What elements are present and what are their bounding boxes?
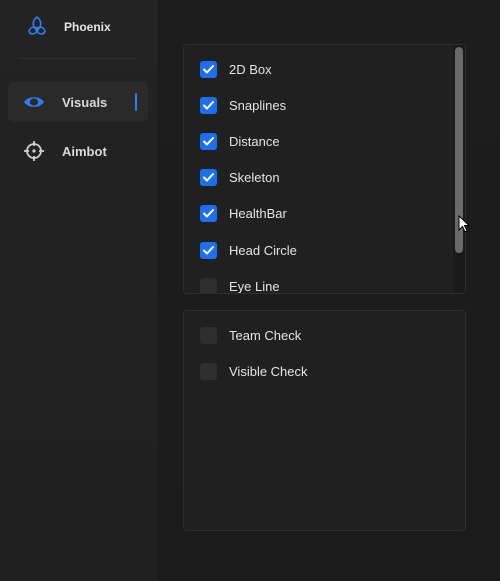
option-label: 2D Box (229, 61, 272, 77)
scrollbar-thumb[interactable] (455, 47, 463, 253)
option-label: Distance (229, 133, 280, 149)
sidebar: Phoenix Visuals Aimbot (0, 0, 159, 581)
option-eye-line[interactable]: Eye Line (200, 276, 280, 294)
checkbox[interactable] (200, 132, 217, 150)
option-healthbar[interactable]: HealthBar (200, 203, 287, 223)
option-label: HealthBar (229, 205, 287, 221)
option-distance[interactable]: Distance (200, 131, 280, 151)
phoenix-logo-icon (26, 15, 48, 39)
sidebar-item-aimbot[interactable]: Aimbot (8, 131, 148, 171)
checkbox[interactable] (200, 277, 217, 293)
option-snaplines[interactable]: Snaplines (200, 95, 286, 115)
checkbox[interactable] (200, 362, 217, 380)
checks-options-panel: Team Check Visible Check (183, 310, 466, 531)
checkbox[interactable] (200, 60, 217, 78)
option-label: Snaplines (229, 97, 287, 113)
option-team-check[interactable]: Team Check (200, 325, 301, 345)
brand-name: Phoenix (64, 20, 111, 34)
option-visible-check[interactable]: Visible Check (200, 361, 308, 381)
option-label: Head Circle (229, 242, 297, 258)
eye-icon (23, 92, 45, 112)
checkbox[interactable] (200, 326, 217, 344)
option-skeleton[interactable]: Skeleton (200, 167, 280, 187)
main-content: 2D Box Snaplines Distance Skeleton Healt… (159, 0, 500, 581)
active-indicator (135, 93, 137, 111)
sidebar-item-label: Aimbot (62, 143, 107, 159)
crosshair-icon (23, 141, 45, 161)
sidebar-item-label: Visuals (62, 94, 108, 110)
checkbox[interactable] (200, 241, 217, 259)
checkbox[interactable] (200, 204, 217, 222)
option-label: Skeleton (229, 169, 280, 185)
sidebar-item-visuals[interactable]: Visuals (8, 82, 148, 122)
option-head-circle[interactable]: Head Circle (200, 240, 297, 260)
option-2d-box[interactable]: 2D Box (200, 59, 272, 79)
option-label: Eye Line (229, 278, 280, 294)
sidebar-divider (18, 58, 136, 59)
option-label: Visible Check (229, 363, 308, 379)
brand: Phoenix (26, 14, 111, 40)
checkbox[interactable] (200, 168, 217, 186)
scrollbar[interactable] (453, 45, 465, 293)
visuals-options-panel: 2D Box Snaplines Distance Skeleton Healt… (183, 44, 466, 294)
option-label: Team Check (229, 327, 302, 343)
checkbox[interactable] (200, 96, 217, 114)
